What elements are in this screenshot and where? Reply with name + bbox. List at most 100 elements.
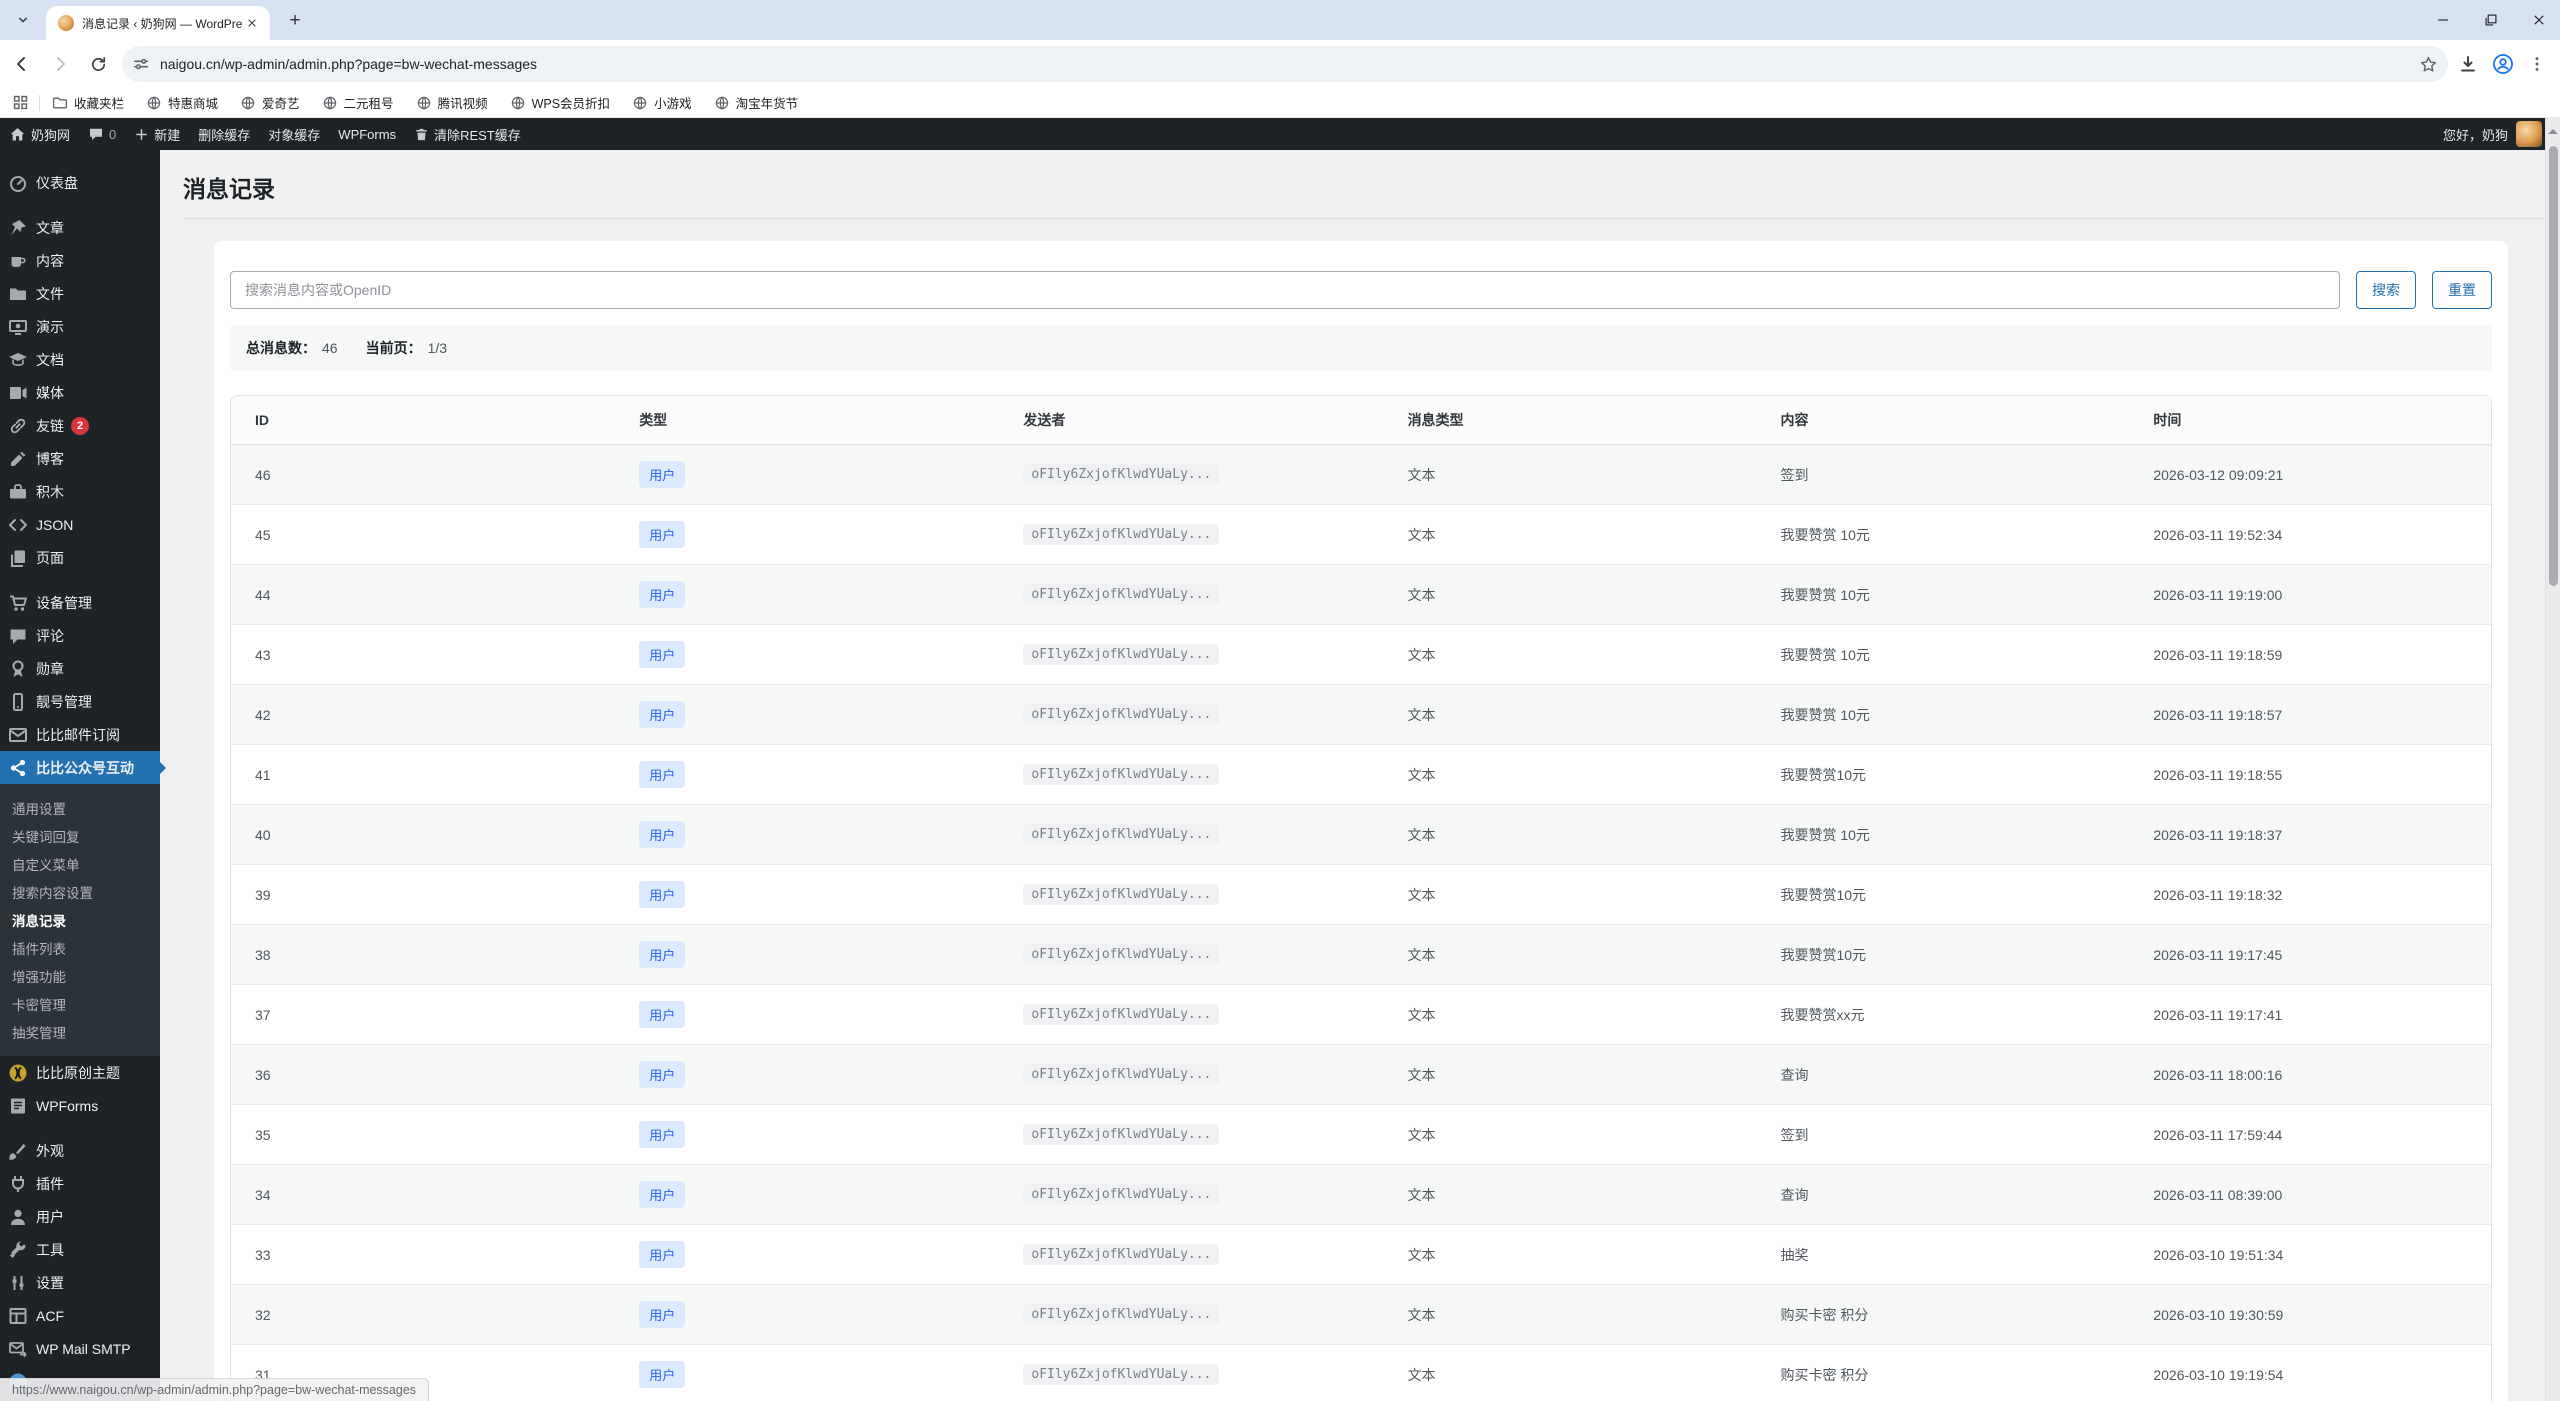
adminbar-greeting[interactable]: 您好，奶狗	[2443, 125, 2508, 144]
bookmark-item[interactable]: 爱奇艺	[240, 93, 300, 112]
cell-content: 我要赞赏 10元	[1756, 564, 2130, 624]
adminbar-site-link[interactable]: 奶狗网	[0, 118, 79, 150]
window-restore-icon[interactable]	[2476, 9, 2506, 31]
tab-search-chevron-icon[interactable]	[8, 5, 38, 35]
adminbar-clear-rest-cache[interactable]: 清除REST缓存	[405, 118, 530, 150]
avatar[interactable]	[2516, 121, 2542, 147]
plus-icon	[136, 128, 147, 140]
profile-icon[interactable]	[2492, 53, 2514, 75]
sidebar-item-WP Mail SMTP[interactable]: WP Mail SMTP	[0, 1332, 160, 1365]
column-header: 类型	[615, 396, 1000, 445]
browser-tab[interactable]: 消息记录 ‹ 奶狗网 — WordPre	[46, 6, 270, 40]
cell-id: 36	[231, 1044, 616, 1104]
cell-msg-type: 文本	[1383, 1284, 1757, 1344]
table-row: 41 用户 oFIly6ZxjofKlwdYUaLy... 文本 我要赞赏10元 2026…	[231, 744, 2491, 804]
sidebar-item-比比原创主题[interactable]: 比比原创主题	[0, 1056, 160, 1089]
submenu-item-插件列表[interactable]: 插件列表	[0, 934, 160, 962]
sidebar-item-插件[interactable]: 插件	[0, 1167, 160, 1200]
sidebar-item-评论[interactable]: 评论	[0, 619, 160, 652]
menu-dots-icon[interactable]	[2528, 55, 2546, 73]
table-row: 33 用户 oFIly6ZxjofKlwdYUaLy... 文本 抽奖 2026-03-1…	[231, 1224, 2491, 1284]
sidebar-item-演示[interactable]: 演示	[0, 310, 160, 343]
search-input[interactable]	[230, 271, 2340, 309]
submenu-item-消息记录[interactable]: 消息记录	[0, 906, 160, 934]
sidebar-item-JSON[interactable]: JSON	[0, 508, 160, 541]
window-minimize-icon[interactable]	[2428, 9, 2458, 31]
sidebar-item-文章[interactable]: 文章	[0, 211, 160, 244]
adminbar-wpforms[interactable]: WPForms	[329, 118, 405, 150]
sidebar-item-文件[interactable]: 文件	[0, 277, 160, 310]
sidebar-item-比比邮件订阅[interactable]: 比比邮件订阅	[0, 718, 160, 751]
forward-icon[interactable]	[44, 48, 76, 80]
submenu-item-卡密管理[interactable]: 卡密管理	[0, 990, 160, 1018]
new-tab-button[interactable]: +	[282, 8, 308, 34]
status-link-bubble: https://www.naigou.cn/wp-admin/admin.php…	[0, 1378, 430, 1401]
sidebar-item-文档[interactable]: 文档	[0, 343, 160, 376]
bookmarks-divider	[39, 94, 40, 111]
tab-close-icon[interactable]	[244, 15, 260, 31]
submenu-item-增强功能[interactable]: 增强功能	[0, 962, 160, 990]
toolbar-actions	[2458, 53, 2546, 75]
bookmark-star-icon[interactable]	[2419, 55, 2438, 74]
bookmark-item[interactable]: 二元租号	[322, 93, 394, 112]
adminbar-object-cache[interactable]: 对象缓存	[259, 118, 329, 150]
downloads-icon[interactable]	[2458, 54, 2478, 74]
back-icon[interactable]	[6, 48, 38, 80]
globe-icon	[510, 95, 526, 111]
sidebar-item-内容[interactable]: 内容	[0, 244, 160, 277]
bookmark-item[interactable]: WPS会员折扣	[510, 93, 610, 112]
browser-scrollbar[interactable]	[2545, 118, 2560, 1401]
table-row: 44 用户 oFIly6ZxjofKlwdYUaLy... 文本 我要赞赏 10元 202…	[231, 564, 2491, 624]
window-close-icon[interactable]	[2524, 9, 2554, 31]
sidebar-item-工具[interactable]: 工具	[0, 1233, 160, 1266]
submenu-item-关键词回复[interactable]: 关键词回复	[0, 822, 160, 850]
submenu-item-搜索内容设置[interactable]: 搜索内容设置	[0, 878, 160, 906]
sidebar-item-友链[interactable]: 友链 2	[0, 409, 160, 442]
bookmark-item[interactable]: 淘宝年货节	[714, 93, 798, 112]
submenu-item-自定义菜单[interactable]: 自定义菜单	[0, 850, 160, 878]
reload-icon[interactable]	[82, 48, 114, 80]
sidebar-item-靓号管理[interactable]: 靓号管理	[0, 685, 160, 718]
sidebar-item-设置[interactable]: 设置	[0, 1266, 160, 1299]
sidebar-item-博客[interactable]: 博客	[0, 442, 160, 475]
adminbar-delete-cache[interactable]: 删除缓存	[189, 118, 259, 150]
sidebar-item-媒体[interactable]: 媒体	[0, 376, 160, 409]
type-badge: 用户	[639, 461, 686, 488]
submenu-item-抽奖管理[interactable]: 抽奖管理	[0, 1018, 160, 1046]
sidebar-item-label: 工具	[36, 1241, 64, 1258]
site-settings-icon[interactable]	[132, 55, 150, 73]
bookmark-item[interactable]: 特惠商城	[146, 93, 218, 112]
sidebar-item-label: ACF	[36, 1307, 64, 1324]
sender-openid: oFIly6ZxjofKlwdYUaLy...	[1023, 464, 1220, 485]
reset-button[interactable]: 重置	[2432, 271, 2492, 309]
sidebar-item-label: 设置	[36, 1274, 64, 1291]
submenu-item-通用设置[interactable]: 通用设置	[0, 794, 160, 822]
cell-content: 我要赞赏 10元	[1756, 504, 2130, 564]
sidebar-item-勋章[interactable]: 勋章	[0, 652, 160, 685]
apps-grid-icon[interactable]	[12, 94, 29, 111]
sidebar-item-WPForms[interactable]: WPForms	[0, 1089, 160, 1122]
sender-openid: oFIly6ZxjofKlwdYUaLy...	[1023, 884, 1220, 905]
sidebar-item-外观[interactable]: 外观	[0, 1134, 160, 1167]
bookmark-item[interactable]: 小游戏	[632, 93, 692, 112]
url-text[interactable]: naigou.cn/wp-admin/admin.php?page=bw-wec…	[160, 56, 2419, 72]
search-button[interactable]: 搜索	[2356, 271, 2416, 309]
scroll-up-icon[interactable]	[2548, 124, 2558, 134]
adminbar-new-button[interactable]: 新建	[125, 118, 189, 150]
address-bar[interactable]: naigou.cn/wp-admin/admin.php?page=bw-wec…	[122, 46, 2448, 82]
bookmark-item[interactable]: 收藏夹栏	[52, 93, 124, 112]
sidebar-item-积木[interactable]: 积木	[0, 475, 160, 508]
scrollbar-thumb[interactable]	[2549, 146, 2558, 586]
adminbar-comments[interactable]: 0	[79, 118, 125, 150]
cell-id: 41	[231, 744, 616, 804]
sidebar-item-仪表盘[interactable]: 仪表盘	[0, 166, 160, 199]
cell-msg-type: 文本	[1383, 624, 1757, 684]
sidebar-item-ACF[interactable]: ACF	[0, 1299, 160, 1332]
cell-type: 用户	[615, 864, 1000, 924]
bookmark-item[interactable]: 腾讯视频	[416, 93, 488, 112]
sidebar-item-设备管理[interactable]: 设备管理	[0, 586, 160, 619]
cell-id: 37	[231, 984, 616, 1044]
sidebar-item-比比公众号互动[interactable]: 比比公众号互动	[0, 751, 166, 784]
sidebar-item-页面[interactable]: 页面	[0, 541, 160, 574]
sidebar-item-用户[interactable]: 用户	[0, 1200, 160, 1233]
